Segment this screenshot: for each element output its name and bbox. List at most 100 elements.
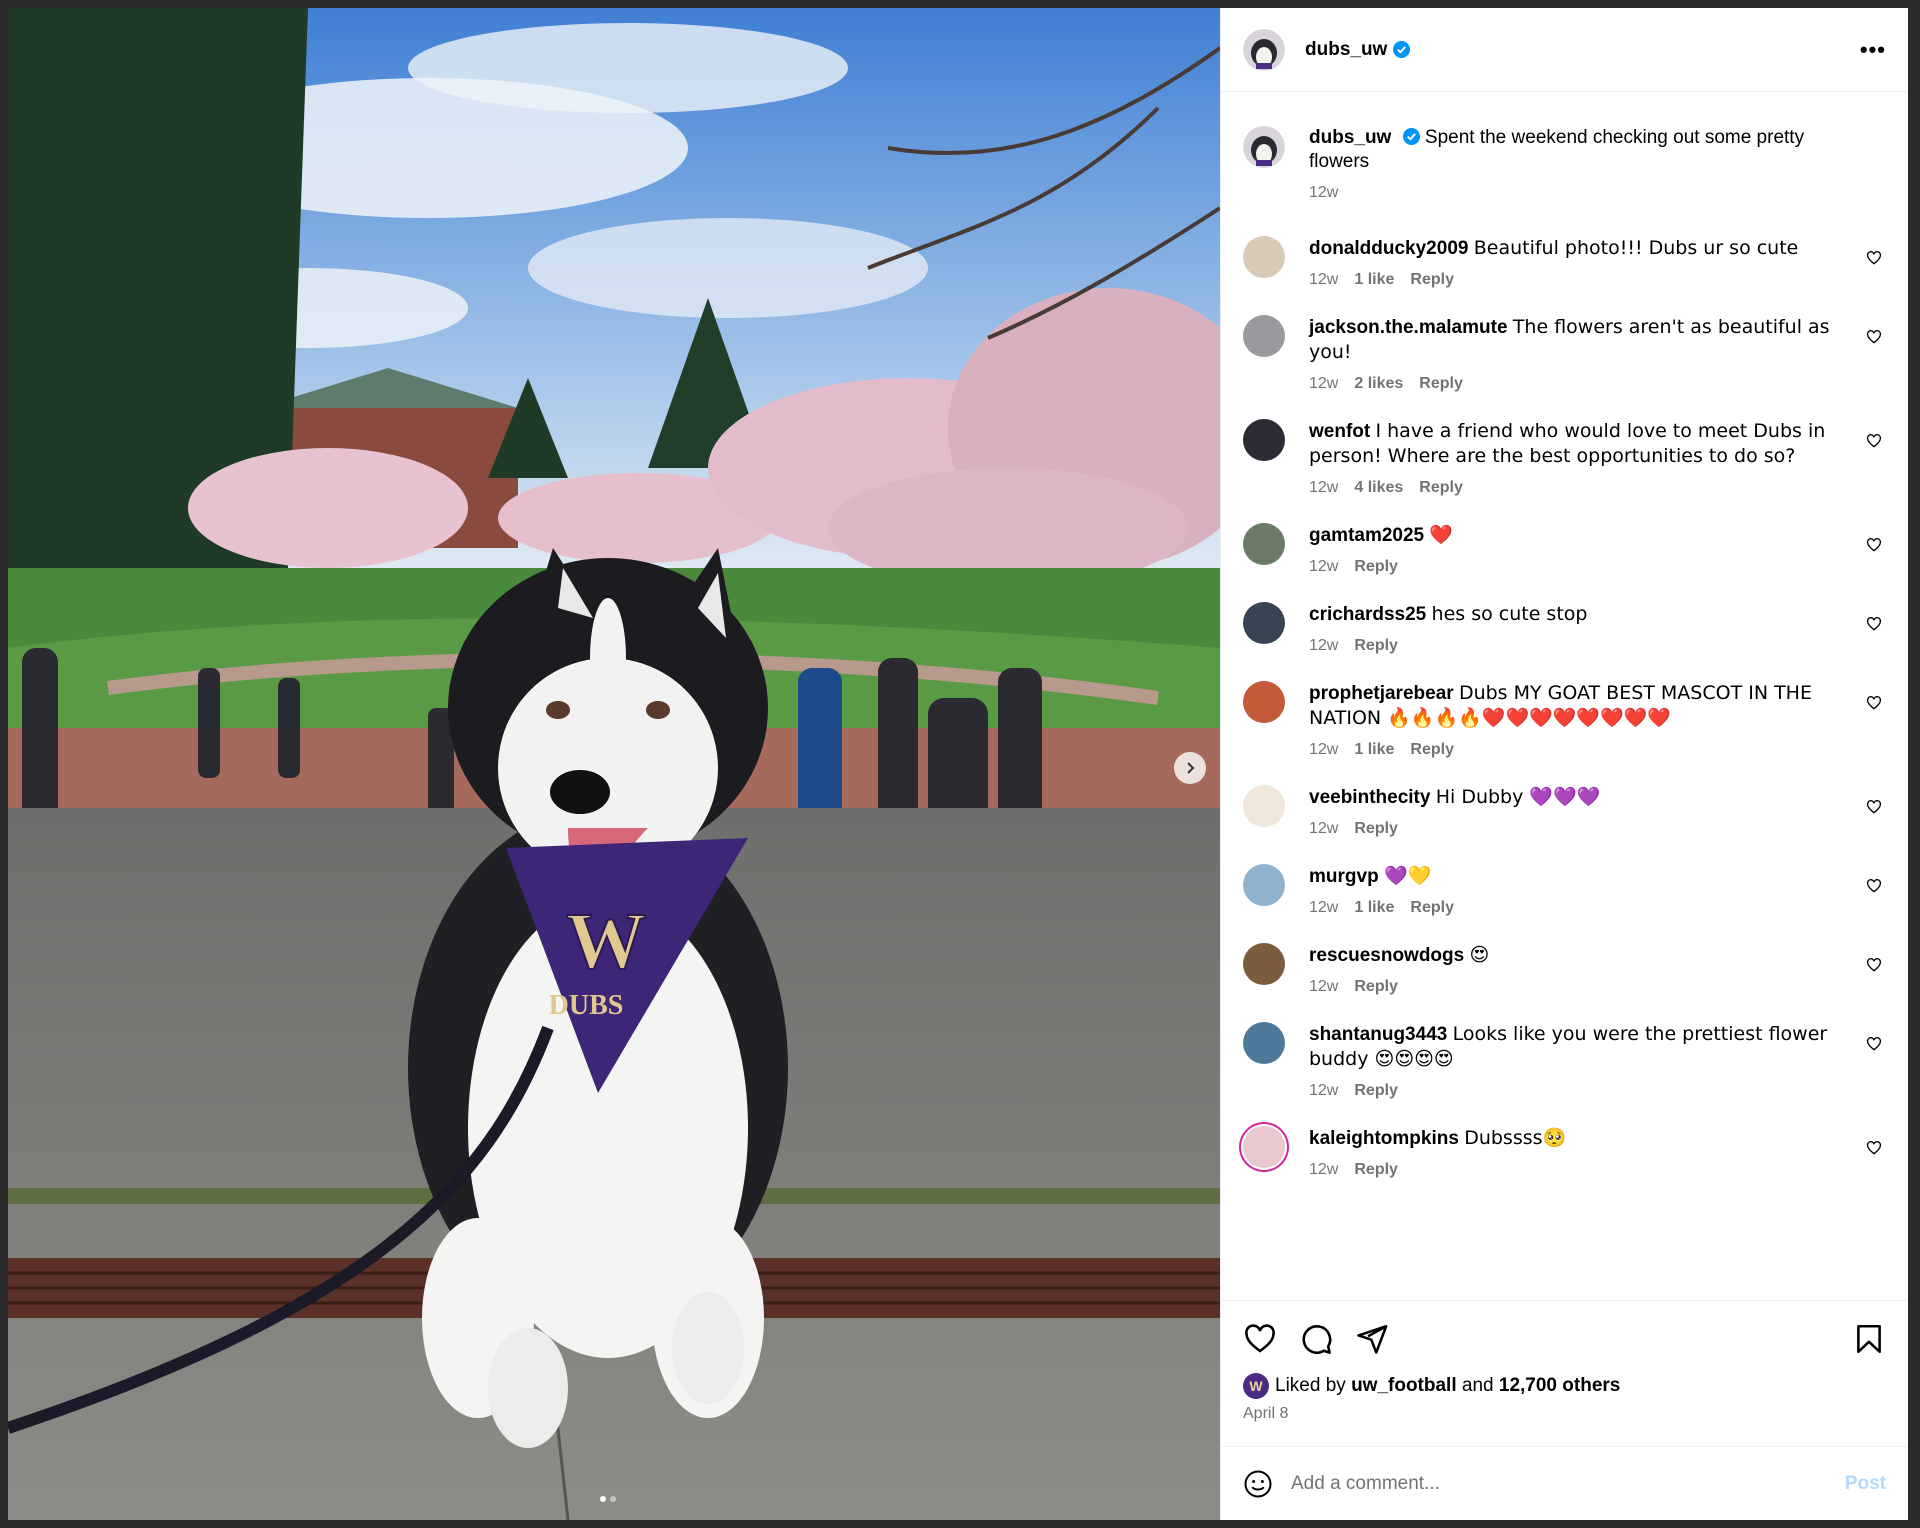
comment-item: gamtam2025 ❤️ 12w Reply <box>1243 523 1886 576</box>
more-options-icon[interactable]: ••• <box>1860 37 1886 63</box>
commenter-avatar[interactable] <box>1243 315 1285 357</box>
comment-like-heart-icon[interactable] <box>1866 878 1882 894</box>
comment-likes[interactable]: 2 likes <box>1354 375 1403 393</box>
comment-text: Beautiful photo!!! Dubs ur so cute <box>1473 237 1799 259</box>
comment-text: hes so cute stop <box>1431 603 1588 625</box>
heart-icon[interactable] <box>1243 1322 1277 1356</box>
commenter-avatar[interactable] <box>1243 864 1285 906</box>
commenter-avatar[interactable] <box>1243 523 1285 565</box>
comment-time[interactable]: 12w <box>1309 271 1338 289</box>
comment-like-heart-icon[interactable] <box>1866 695 1882 711</box>
chevron-right-icon <box>1187 762 1195 774</box>
commenter-avatar[interactable] <box>1243 943 1285 985</box>
comment-reply-button[interactable]: Reply <box>1354 637 1398 655</box>
commenter-avatar[interactable] <box>1243 681 1285 723</box>
verified-badge-icon <box>1402 128 1420 145</box>
commenter-avatar[interactable] <box>1243 419 1285 461</box>
comment-text: 💜💛 <box>1383 865 1432 887</box>
share-icon[interactable] <box>1355 1322 1389 1356</box>
verified-badge-icon <box>1393 41 1411 58</box>
post-photo: W DUBS <box>8 8 1220 1520</box>
author-avatar[interactable] <box>1243 126 1285 168</box>
comment-time[interactable]: 12w <box>1309 637 1338 655</box>
comment-like-heart-icon[interactable] <box>1866 1140 1882 1156</box>
comment-time[interactable]: 12w <box>1309 899 1338 917</box>
comment-like-heart-icon[interactable] <box>1866 537 1882 553</box>
comment-likes[interactable]: 1 like <box>1354 741 1394 759</box>
bandana-letter: W <box>566 898 646 986</box>
author-avatar[interactable] <box>1243 28 1285 71</box>
commenter-avatar[interactable] <box>1243 1126 1285 1168</box>
comment-likes[interactable]: 4 likes <box>1354 479 1403 497</box>
comment-time[interactable]: 12w <box>1309 375 1338 393</box>
post-comment-button[interactable]: Post <box>1845 1473 1886 1495</box>
comment-username[interactable]: wenfot <box>1309 421 1370 442</box>
comment-username[interactable]: shantanug3443 <box>1309 1024 1447 1045</box>
comment-reply-button[interactable]: Reply <box>1354 1082 1398 1100</box>
comment-item: shantanug3443 Looks like you were the pr… <box>1243 1022 1886 1100</box>
commenter-avatar[interactable] <box>1243 1022 1285 1064</box>
comments-list: dubs_uw Spent the weekend checking out s… <box>1221 92 1908 1300</box>
commenter-avatar[interactable] <box>1243 236 1285 278</box>
comment-username[interactable]: gamtam2025 <box>1309 525 1424 546</box>
comment-item: prophetjarebear Dubs MY GOAT BEST MASCOT… <box>1243 681 1886 759</box>
comment-reply-button[interactable]: Reply <box>1354 1161 1398 1179</box>
comment-time[interactable]: 12w <box>1309 558 1338 576</box>
comment-reply-button[interactable]: Reply <box>1354 558 1398 576</box>
comment-text: Dubssss🥺 <box>1464 1127 1567 1149</box>
comment-like-heart-icon[interactable] <box>1866 799 1882 815</box>
emoji-icon[interactable] <box>1243 1469 1273 1499</box>
comment-item: jackson.the.malamute The flowers aren't … <box>1243 315 1886 393</box>
comment-reply-button[interactable]: Reply <box>1410 271 1454 289</box>
comment-input[interactable] <box>1291 1472 1845 1495</box>
comment-reply-button[interactable]: Reply <box>1419 479 1463 497</box>
comment-username[interactable]: rescuesnowdogs <box>1309 945 1464 966</box>
comment-time[interactable]: 12w <box>1309 1082 1338 1100</box>
comment-time[interactable]: 12w <box>1309 820 1338 838</box>
author-username[interactable]: dubs_uw <box>1305 39 1387 61</box>
commenter-avatar[interactable] <box>1243 785 1285 827</box>
comment-time[interactable]: 12w <box>1309 1161 1338 1179</box>
bandana-text: DUBS <box>549 990 624 1021</box>
liked-by-user[interactable]: uw_football <box>1351 1375 1457 1397</box>
comment-likes[interactable]: 1 like <box>1354 271 1394 289</box>
comment-username[interactable]: crichardss25 <box>1309 604 1426 625</box>
caption-username[interactable]: dubs_uw <box>1309 127 1391 148</box>
next-photo-button[interactable] <box>1174 752 1206 784</box>
caption-time[interactable]: 12w <box>1309 184 1338 202</box>
comment-like-heart-icon[interactable] <box>1866 957 1882 973</box>
liked-by-avatar[interactable]: W <box>1243 1373 1269 1399</box>
post-header: dubs_uw ••• <box>1221 8 1908 92</box>
comment-text: I have a friend who would love to meet D… <box>1309 420 1826 467</box>
liked-by: W Liked by uw_football and 12,700 others <box>1243 1373 1886 1399</box>
comment-like-heart-icon[interactable] <box>1866 1036 1882 1052</box>
comment-likes[interactable]: 1 like <box>1354 899 1394 917</box>
comment-like-heart-icon[interactable] <box>1866 250 1882 266</box>
comment-time[interactable]: 12w <box>1309 479 1338 497</box>
carousel-dot-active <box>600 1496 606 1502</box>
post-caption: dubs_uw Spent the weekend checking out s… <box>1243 126 1886 202</box>
comment-reply-button[interactable]: Reply <box>1419 375 1463 393</box>
comment-username[interactable]: murgvp <box>1309 866 1379 887</box>
comment-reply-button[interactable]: Reply <box>1354 978 1398 996</box>
comment-username[interactable]: prophetjarebear <box>1309 683 1454 704</box>
comment-reply-button[interactable]: Reply <box>1410 741 1454 759</box>
comment-like-heart-icon[interactable] <box>1866 616 1882 632</box>
comment-time[interactable]: 12w <box>1309 741 1338 759</box>
post-date[interactable]: April 8 <box>1243 1405 1886 1423</box>
comment-reply-button[interactable]: Reply <box>1354 820 1398 838</box>
carousel-dots <box>600 1496 616 1502</box>
comment-like-heart-icon[interactable] <box>1866 433 1882 449</box>
bookmark-icon[interactable] <box>1852 1322 1886 1356</box>
comment-username[interactable]: kaleightompkins <box>1309 1128 1459 1149</box>
comment-username[interactable]: donaldducky2009 <box>1309 238 1468 259</box>
comment-username[interactable]: veebinthecity <box>1309 787 1430 808</box>
comment-icon[interactable] <box>1299 1322 1333 1356</box>
liked-by-prefix: Liked by <box>1275 1375 1346 1396</box>
comment-like-heart-icon[interactable] <box>1866 329 1882 345</box>
commenter-avatar[interactable] <box>1243 602 1285 644</box>
comment-reply-button[interactable]: Reply <box>1410 899 1454 917</box>
comment-username[interactable]: jackson.the.malamute <box>1309 317 1508 338</box>
comment-time[interactable]: 12w <box>1309 978 1338 996</box>
liked-by-others[interactable]: 12,700 others <box>1499 1375 1620 1397</box>
